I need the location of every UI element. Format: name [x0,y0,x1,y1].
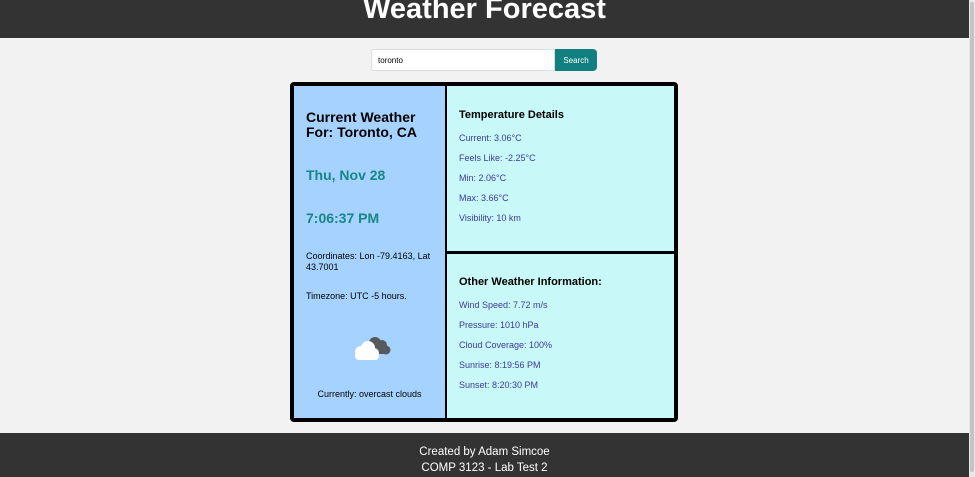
city-search-input[interactable] [371,49,555,71]
visibility: Visibility: 10 km [459,213,521,223]
pressure: Pressure: 1010 hPa [459,320,539,330]
scrollbar-thumb[interactable] [970,2,974,472]
details-panel: Temperature Details Current: 3.06°C Feel… [447,86,674,418]
other-weather-title: Other Weather Information: [459,276,602,288]
other-weather-section: Other Weather Information: Wind Speed: 7… [447,254,674,418]
temperature-details-title: Temperature Details [459,109,564,121]
timezone-text: Timezone: UTC -5 hours. [306,291,407,301]
search-button[interactable]: Search [555,49,597,71]
overcast-clouds-icon [355,337,391,360]
page-scrollbar[interactable] [969,0,975,477]
current-weather-panel: Current Weather For: Toronto, CA Thu, No… [294,86,447,418]
weather-card: Current Weather For: Toronto, CA Thu, No… [290,82,678,422]
coordinates-text: Coordinates: Lon -79.4163, Lat 43.7001 [306,251,431,272]
temperature-details-section: Temperature Details Current: 3.06°C Feel… [447,86,674,254]
min-temp: Min: 2.06°C [459,173,507,183]
feels-like-temp: Feels Like: -2.25°C [459,153,536,163]
search-bar: Search [371,49,597,71]
wind-speed: Wind Speed: 7.72 m/s [459,300,548,310]
current-temp: Current: 3.06°C [459,133,522,143]
sunrise: Sunrise: 8:19:56 PM [459,360,541,370]
app-header: Weather Forecast [0,0,969,38]
current-time: 7:06:37 PM [306,210,380,226]
max-temp: Max: 3.66°C [459,193,509,203]
weather-description: Currently: overcast clouds [317,389,422,399]
app-footer: Created by Adam Simcoe COMP 3123 - Lab T… [0,433,969,477]
footer-course: COMP 3123 - Lab Test 2 [421,462,548,474]
page-title: Weather Forecast [363,0,606,25]
current-date: Thu, Nov 28 [306,167,386,183]
sunset: Sunset: 8:20:30 PM [459,380,539,390]
cloud-coverage: Cloud Coverage: 100% [459,340,553,350]
footer-credit: Created by Adam Simcoe [419,446,550,458]
current-weather-heading: Current Weather For: Toronto, CA [306,109,417,140]
